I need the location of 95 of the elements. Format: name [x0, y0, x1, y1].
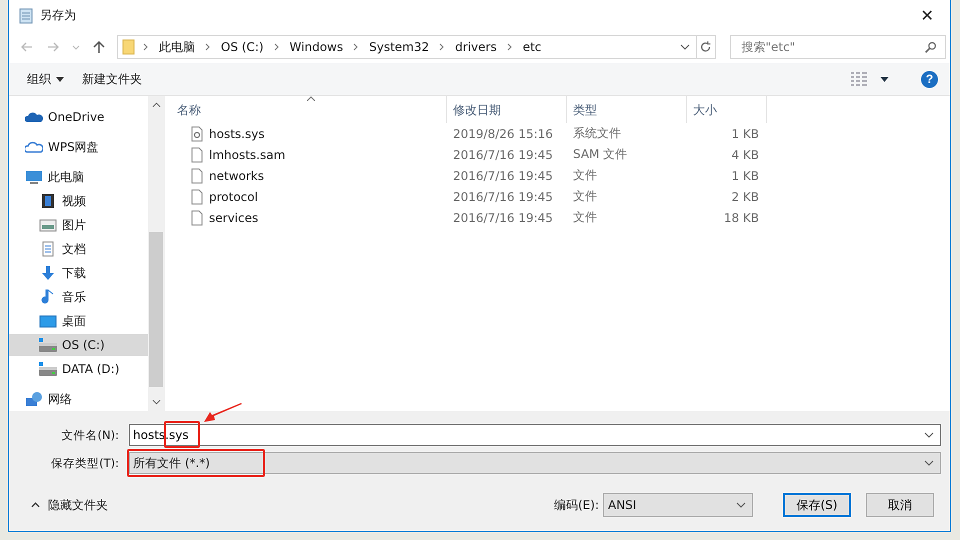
- table-cell-text: 2016/7/16 19:45: [452, 148, 554, 162]
- drive-icon: [39, 337, 57, 353]
- arrow-annotation: [204, 403, 244, 423]
- breadcrumb-item[interactable]: System32: [366, 40, 432, 54]
- caret-icon[interactable]: [880, 76, 889, 82]
- folder-icon: [122, 39, 136, 55]
- table-cell-text: 4 KB: [730, 148, 760, 162]
- file-icon: [191, 168, 203, 184]
- encoding-dropdown[interactable]: ANSI: [603, 493, 753, 517]
- table-cell-text: 文件: [572, 209, 598, 226]
- up-icon[interactable]: [90, 39, 107, 55]
- save-button[interactable]: 保存(S): [783, 493, 851, 517]
- view-list-icon[interactable]: [850, 72, 868, 86]
- column-header[interactable]: 大小: [687, 96, 767, 123]
- nav-item[interactable]: 网络: [9, 388, 148, 410]
- window-title: 另存为: [40, 7, 77, 24]
- address-bar[interactable]: 此电脑 OS (C:) Windows System32 drivers etc: [116, 35, 697, 59]
- nav-item[interactable]: OneDrive: [9, 106, 148, 128]
- chevron-up-icon: [31, 502, 40, 508]
- new-folder-button[interactable]: 新建文件夹: [80, 68, 144, 90]
- organize-button[interactable]: 组织: [25, 68, 66, 90]
- chevron-down-icon: [736, 502, 746, 508]
- gear-file-icon: [191, 126, 203, 142]
- cloud-outline-icon: [25, 139, 43, 155]
- close-button[interactable]: ✕: [904, 0, 950, 31]
- caret-icon: [56, 76, 64, 82]
- field-label: 文件名(N):: [60, 428, 120, 442]
- file-icon: [191, 210, 203, 226]
- breadcrumb-item[interactable]: etc: [520, 40, 544, 54]
- video-icon: [39, 193, 57, 209]
- scroll-down-icon[interactable]: [152, 399, 160, 405]
- breadcrumb-item[interactable]: Windows: [286, 40, 346, 54]
- refresh-button[interactable]: [696, 35, 716, 59]
- search-field[interactable]: 搜索"etc": [730, 35, 946, 59]
- chevron-right-icon: [142, 43, 149, 51]
- file-icon: [191, 146, 203, 162]
- file-name[interactable]: networks: [209, 168, 264, 182]
- chevron-right-icon: [204, 43, 211, 51]
- table-cell-text: SAM 文件: [572, 146, 628, 163]
- file-name[interactable]: protocol: [209, 190, 258, 204]
- download-icon: [39, 265, 57, 281]
- refresh-icon: [698, 40, 713, 54]
- help-button[interactable]: ?: [921, 70, 938, 88]
- table-cell-text: 系统文件: [572, 125, 622, 142]
- table-cell-text: 1 KB: [730, 168, 760, 182]
- column-header[interactable]: 修改日期: [447, 96, 567, 123]
- nav-item[interactable]: 此电脑: [9, 166, 148, 188]
- column-header[interactable]: 类型: [567, 96, 687, 123]
- table-cell-text: 文件: [572, 167, 598, 184]
- chevron-down-icon: [924, 460, 934, 466]
- network-icon: [25, 391, 43, 407]
- nav-item[interactable]: WPS网盘: [9, 136, 148, 158]
- field-label: 编码(E):: [554, 496, 599, 514]
- table-cell-text: 2016/7/16 19:45: [452, 210, 554, 224]
- nav-item[interactable]: 桌面: [9, 310, 148, 332]
- breadcrumb-item[interactable]: drivers: [452, 40, 500, 54]
- nav-item[interactable]: 文档: [9, 238, 148, 260]
- nav-item[interactable]: DATA (D:): [9, 358, 148, 380]
- chevron-right-icon: [353, 43, 360, 51]
- chevron-down-icon[interactable]: [680, 42, 690, 52]
- nav-item[interactable]: 图片: [9, 214, 148, 236]
- image-icon: [39, 217, 57, 233]
- nav-item[interactable]: 音乐: [9, 286, 148, 308]
- file-name[interactable]: services: [209, 210, 258, 224]
- notepad-icon: [18, 8, 34, 24]
- chevron-right-icon: [439, 43, 446, 51]
- nav-item[interactable]: 视频: [9, 190, 148, 212]
- chevron-right-icon: [274, 43, 280, 51]
- desktop-icon: [39, 313, 57, 329]
- table-cell-text: 2019/8/26 15:16: [452, 126, 554, 140]
- chevron-down-icon[interactable]: [924, 432, 934, 438]
- nav-item[interactable]: OS (C:): [9, 334, 148, 356]
- scrollbar-thumb[interactable]: [149, 232, 163, 387]
- breadcrumb-item[interactable]: 此电脑: [156, 38, 198, 56]
- drive-icon: [39, 361, 57, 377]
- table-cell-text: 2 KB: [730, 190, 760, 204]
- scroll-up-icon[interactable]: [152, 102, 160, 108]
- computer-icon: [25, 169, 43, 185]
- search-icon: [924, 40, 937, 54]
- breadcrumb-item[interactable]: OS (C:): [218, 40, 267, 54]
- table-cell-text: 2016/7/16 19:45: [452, 190, 554, 204]
- file-name[interactable]: hosts.sys: [209, 126, 265, 140]
- file-name[interactable]: lmhosts.sam: [209, 148, 286, 162]
- chevron-right-icon: [506, 43, 513, 51]
- nav-item[interactable]: 下载: [9, 262, 148, 284]
- field-label: 保存类型(T):: [50, 456, 120, 470]
- file-type-dropdown[interactable]: 所有文件 (*.*): [129, 452, 941, 474]
- table-cell-text: 2016/7/16 19:45: [452, 168, 554, 182]
- table-cell-text: 1 KB: [730, 126, 760, 140]
- table-cell-text: 文件: [572, 188, 598, 205]
- column-header[interactable]: 名称: [171, 96, 447, 123]
- table-cell-text: 18 KB: [722, 210, 760, 224]
- file-icon: [191, 188, 203, 204]
- cancel-button[interactable]: 取消: [866, 493, 934, 517]
- hide-folders-button[interactable]: 隐藏文件夹: [31, 496, 108, 514]
